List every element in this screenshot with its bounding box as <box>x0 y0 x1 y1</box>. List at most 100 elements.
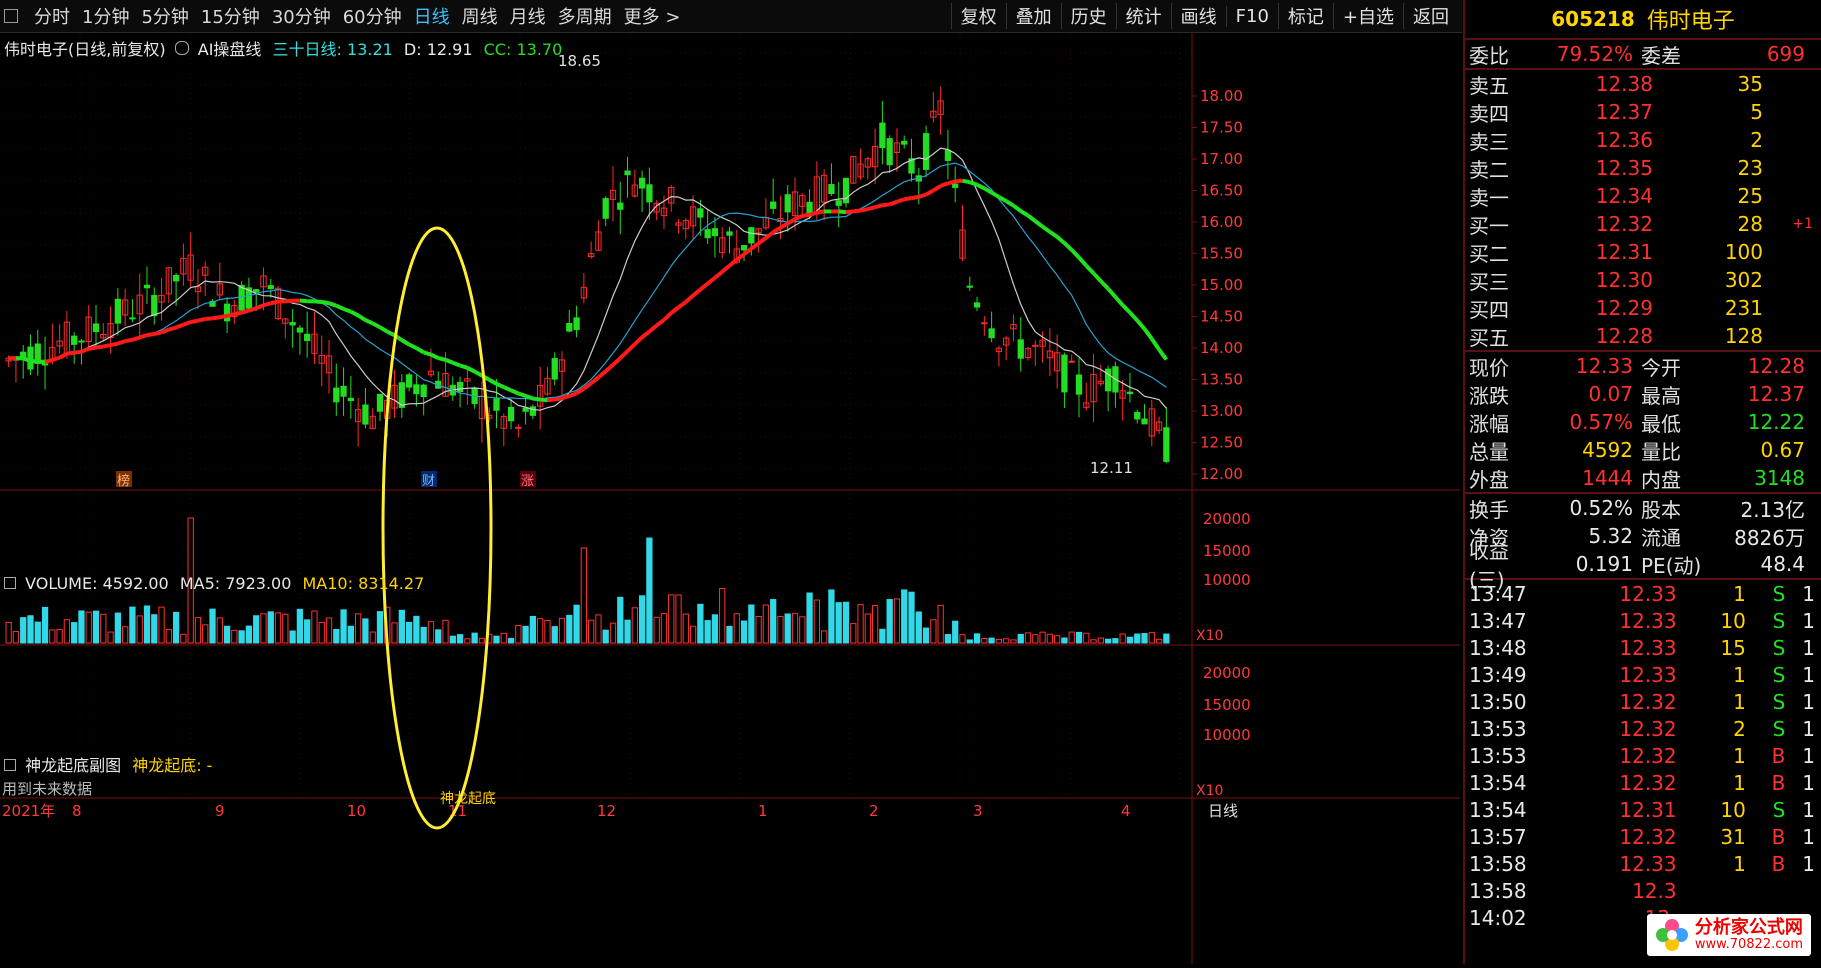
tool-0[interactable]: 复权 <box>951 3 1006 29</box>
flower-icon <box>1655 918 1689 952</box>
tick-side: B <box>1746 771 1786 795</box>
indicator-name: AI操盘线 <box>198 40 262 59</box>
ma30-segment <box>402 340 409 344</box>
volume-bar <box>79 611 84 643</box>
tick-side: S <box>1746 636 1786 660</box>
tick-side: B <box>1746 852 1786 876</box>
bid-price: 12.32 <box>1533 212 1653 236</box>
stat-label: 股本 <box>1641 494 1705 523</box>
tab-4[interactable]: 30分钟 <box>272 3 331 29</box>
ma30-segment <box>1057 237 1064 243</box>
volume-bar <box>450 636 455 643</box>
tool-8[interactable]: 返回 <box>1403 3 1458 29</box>
collapse-icon[interactable] <box>4 577 16 589</box>
candle-body <box>348 398 353 400</box>
bid-label: 买四 <box>1469 294 1533 323</box>
volume-bar <box>428 622 433 643</box>
tab-9[interactable]: 多周期 <box>558 3 612 29</box>
ma30-segment <box>183 322 190 325</box>
bid-row: 买五12.28128 <box>1465 322 1821 350</box>
tab-5[interactable]: 60分钟 <box>343 3 402 29</box>
price-tick: 14.00 <box>1200 339 1243 357</box>
ma30-segment <box>861 209 868 210</box>
tick-price: 12.32 <box>1578 744 1677 768</box>
ma30-segment <box>409 345 416 349</box>
ma30-segment <box>919 195 926 197</box>
tab-6[interactable]: 日线 <box>414 3 450 29</box>
price-tick: 12.00 <box>1200 465 1243 483</box>
ask-label: 卖二 <box>1469 154 1533 183</box>
tick-price: 12.33 <box>1578 609 1677 633</box>
tool-4[interactable]: 画线 <box>1171 3 1226 29</box>
tool-5[interactable]: F10 <box>1226 6 1278 27</box>
ma30-segment <box>562 396 569 398</box>
stat-row: 涨跌0.07最高12.37 <box>1465 380 1821 408</box>
tab-0[interactable]: 分时 <box>34 3 70 29</box>
candle-body <box>406 375 411 387</box>
tool-1[interactable]: 叠加 <box>1006 3 1061 29</box>
ma5-value: MA5: 7923.00 <box>180 574 292 593</box>
stat-row: 涨幅0.57%最低12.22 <box>1465 408 1821 436</box>
volume-bar <box>246 626 251 643</box>
tab-3[interactable]: 15分钟 <box>201 3 260 29</box>
tool-6[interactable]: 标记 <box>1278 3 1333 29</box>
ma30-segment <box>234 313 241 315</box>
tab-7[interactable]: 周线 <box>462 3 498 29</box>
candle-body <box>552 359 557 380</box>
tick-count: 1 <box>1785 798 1815 822</box>
tick-side: B <box>1746 744 1786 768</box>
volume-bar <box>632 608 637 643</box>
volume-bar <box>421 627 426 643</box>
volume-bar <box>159 607 164 643</box>
candle-body <box>887 139 892 165</box>
volume-bar <box>1004 639 1009 643</box>
date-tick: 8 <box>72 802 82 820</box>
ma30-value: 三十日线: 13.21 <box>273 40 393 59</box>
volume-bar <box>771 600 776 643</box>
ma30-segment <box>693 290 700 296</box>
kline-chart[interactable]: 18.0017.5017.0016.5016.0015.5015.0014.50… <box>0 33 1460 964</box>
candle-body <box>749 228 754 243</box>
stat-value: 0.07 <box>1533 382 1633 406</box>
tool-2[interactable]: 历史 <box>1061 3 1116 29</box>
tab-10[interactable]: 更多 > <box>624 3 681 29</box>
period-tabs: 分时 1分钟 5分钟 15分钟 30分钟 60分钟日线周线月线多周期更多 > <box>4 0 680 32</box>
volume-bar <box>967 640 972 643</box>
bid-label: 买二 <box>1469 238 1533 267</box>
ma30-segment <box>948 181 955 183</box>
candle-body <box>268 286 273 289</box>
tab-8[interactable]: 月线 <box>510 3 546 29</box>
tick-time: 13:48 <box>1469 636 1578 660</box>
ma30-segment <box>569 393 576 396</box>
stat-value: 12.33 <box>1533 354 1633 378</box>
volume-bar <box>152 615 157 643</box>
ma30-segment <box>533 399 540 400</box>
collapse-icon[interactable] <box>4 759 16 771</box>
tab-2[interactable]: 5分钟 <box>141 3 188 29</box>
ma30-segment <box>933 186 940 191</box>
candle-body <box>974 303 979 307</box>
ma30-segment <box>329 303 336 306</box>
stat-row: 现价12.33今开12.28 <box>1465 352 1821 380</box>
volume-bar <box>443 620 448 643</box>
volume-bar <box>982 638 987 643</box>
ma30-segment <box>140 335 147 337</box>
ma30-segment <box>853 211 860 212</box>
tick-price: 12.32 <box>1578 690 1677 714</box>
ask-qty: 2 <box>1653 128 1763 152</box>
tab-1[interactable]: 1分钟 <box>82 3 129 29</box>
quote-header: 605218 伟时电子 <box>1465 0 1821 40</box>
volume-bar <box>370 632 375 643</box>
indicator-toggle-icon[interactable] <box>175 41 189 55</box>
price-tick: 18.00 <box>1200 87 1243 105</box>
ma30-segment <box>365 320 372 323</box>
ma30-segment <box>795 216 802 219</box>
price-tick: 13.00 <box>1200 402 1243 420</box>
tool-3[interactable]: 统计 <box>1116 3 1171 29</box>
stat-value: 12.28 <box>1705 354 1805 378</box>
candle-body <box>603 199 608 219</box>
menu-icon[interactable] <box>4 9 18 23</box>
volume-bar <box>232 630 237 643</box>
candle-body <box>79 341 84 342</box>
tool-7[interactable]: +自选 <box>1333 3 1403 29</box>
